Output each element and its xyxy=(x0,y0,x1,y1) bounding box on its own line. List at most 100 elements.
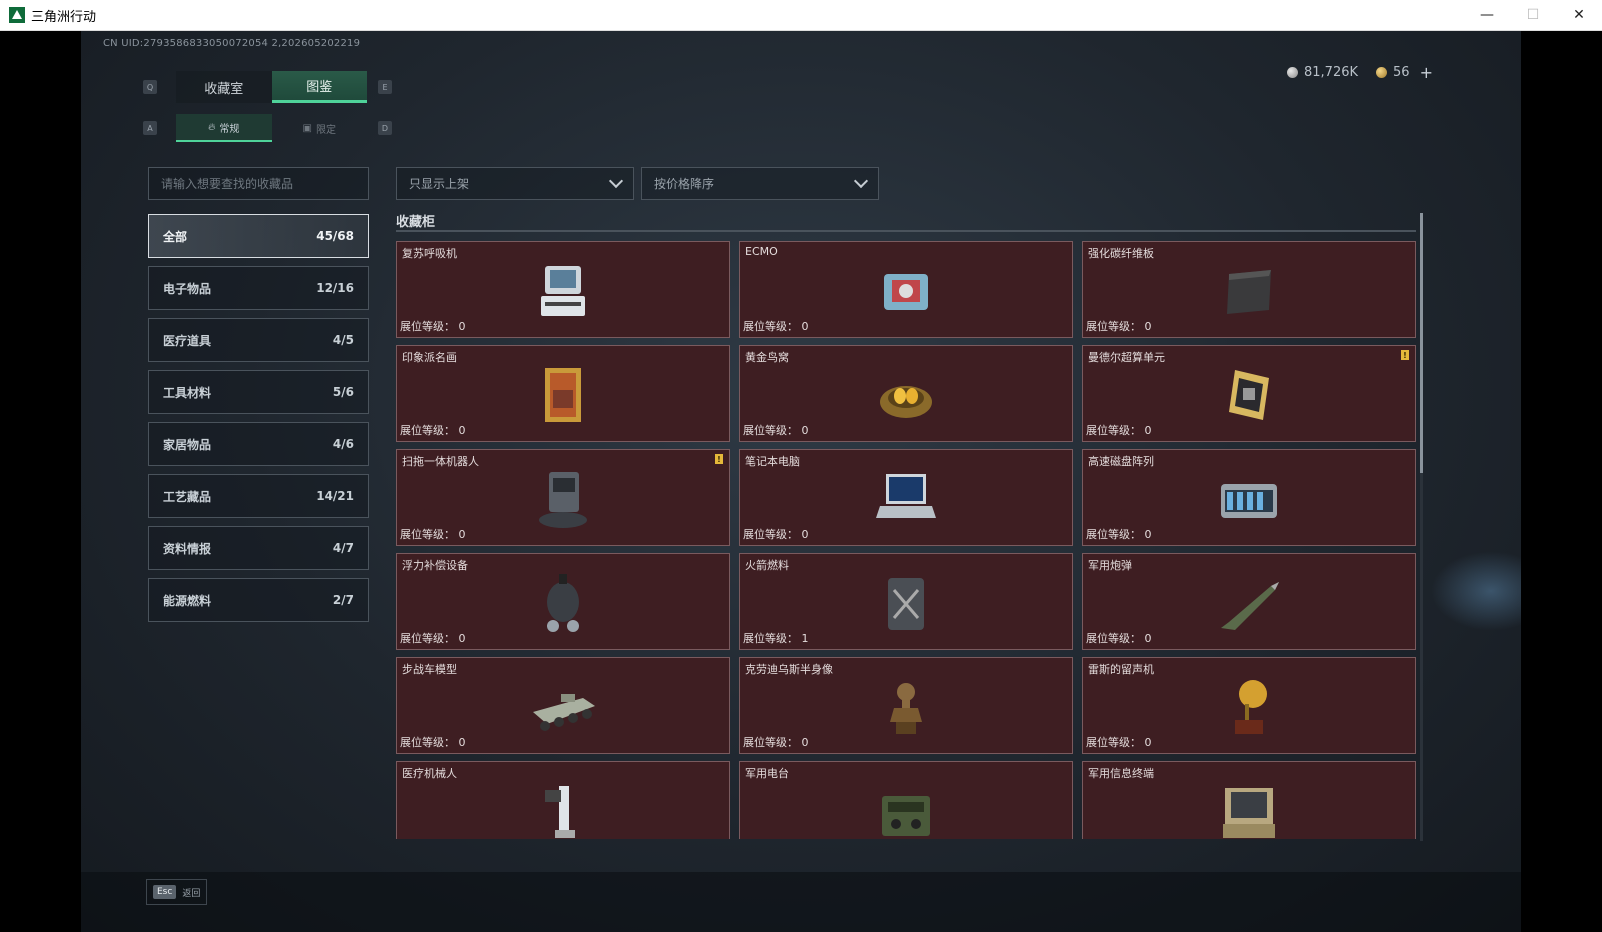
gramophone-icon xyxy=(1209,672,1289,742)
item-level: 展位等级： 0 xyxy=(400,736,466,749)
item-name: 步战车模型 xyxy=(402,663,457,676)
collection-item-card[interactable]: 医疗机械人 xyxy=(396,761,730,839)
item-name: 复苏呼吸机 xyxy=(402,247,457,260)
item-level: 展位等级： 0 xyxy=(1086,528,1152,541)
item-name: 克劳迪乌斯半身像 xyxy=(745,663,833,676)
item-level: 展位等级： 0 xyxy=(743,528,809,541)
main-tabs: 收藏室 图鉴 xyxy=(176,71,367,103)
item-name: 军用电台 xyxy=(745,767,789,780)
collection-item-card[interactable]: 军用信息终端 xyxy=(1082,761,1416,839)
gold-coin-icon xyxy=(1376,67,1388,78)
category-count: 45/68 xyxy=(316,229,354,243)
item-level: 展位等级： 0 xyxy=(400,424,466,437)
category-crafts[interactable]: 工艺藏品 14/21 xyxy=(148,474,369,518)
collection-item-card[interactable]: ECMO 展位等级： 0 xyxy=(739,241,1073,338)
compute-unit-icon xyxy=(1209,360,1289,430)
golden-nest-icon xyxy=(866,360,946,430)
medical-robot-icon xyxy=(523,776,603,839)
search-input[interactable]: 请输入想要查找的收藏品 xyxy=(148,167,369,200)
item-name: ECMO xyxy=(745,245,778,258)
category-label: 电子物品 xyxy=(163,281,212,296)
item-level: 展位等级： 1 xyxy=(743,632,809,645)
warning-icon: ! xyxy=(715,454,723,464)
item-name: 曼德尔超算单元 xyxy=(1088,351,1165,364)
key-hint-a: A xyxy=(143,121,157,135)
card-icon: ▣ xyxy=(302,122,312,134)
grid-scrollbar[interactable] xyxy=(1420,213,1423,841)
collection-grid-viewport: 复苏呼吸机 展位等级： 0 ECMO 展位等级： 0 强化碳纤维板 展位等级： 0 印象派名… xyxy=(396,241,1416,839)
minimize-button[interactable]: — xyxy=(1464,0,1510,31)
collection-item-card[interactable]: 印象派名画 展位等级： 0 xyxy=(396,345,730,442)
info-terminal-icon xyxy=(1209,776,1289,839)
add-currency-button[interactable]: + xyxy=(1420,63,1433,82)
collection-item-card[interactable]: 曼德尔超算单元! 展位等级： 0 xyxy=(1082,345,1416,442)
category-household[interactable]: 家居物品 4/6 xyxy=(148,422,369,466)
item-level: 展位等级： 0 xyxy=(1086,736,1152,749)
subtab-regular-label: 常规 xyxy=(219,123,240,135)
subtab-limited[interactable]: ▣ 限定 xyxy=(272,114,368,142)
key-hint-e: E xyxy=(378,80,392,94)
category-all[interactable]: 全部 45/68 xyxy=(148,214,369,258)
bust-icon xyxy=(866,672,946,742)
sort-dropdown[interactable]: 按价格降序 xyxy=(641,167,879,200)
category-intel[interactable]: 资料情报 4/7 xyxy=(148,526,369,570)
collection-grid: 复苏呼吸机 展位等级： 0 ECMO 展位等级： 0 强化碳纤维板 展位等级： 0 印象派名… xyxy=(396,241,1416,839)
category-count: 4/5 xyxy=(332,333,354,347)
collection-item-card[interactable]: 笔记本电脑 展位等级： 0 xyxy=(739,449,1073,546)
collection-item-card[interactable]: 克劳迪乌斯半身像 展位等级： 0 xyxy=(739,657,1073,754)
collection-item-card[interactable]: 黄金鸟窝 展位等级： 0 xyxy=(739,345,1073,442)
collection-item-card[interactable]: 步战车模型展位等级： 0 xyxy=(396,657,730,754)
category-count: 4/7 xyxy=(332,541,354,555)
item-name: 军用信息终端 xyxy=(1088,767,1154,780)
sort-value: 按价格降序 xyxy=(654,177,715,191)
chevron-down-icon xyxy=(608,173,624,189)
collection-item-card[interactable]: 军用电台 xyxy=(739,761,1073,839)
fuel-can-icon xyxy=(866,568,946,638)
maximize-button[interactable]: ☐ xyxy=(1510,0,1556,31)
silver-amount: 81,726K xyxy=(1304,65,1359,80)
collection-item-card[interactable]: 浮力补偿设备 展位等级： 0 xyxy=(396,553,730,650)
category-fuel[interactable]: 能源燃料 2/7 xyxy=(148,578,369,622)
back-button[interactable]: Esc 返回 xyxy=(146,879,208,905)
collection-item-card[interactable]: 军用炮弹 展位等级： 0 xyxy=(1082,553,1416,650)
subtab-regular[interactable]: 🔥︎ 常规 xyxy=(176,114,272,142)
window-titlebar: 三角洲行动 — ☐ ✕ xyxy=(0,0,1602,31)
item-level: 展位等级： 0 xyxy=(400,632,466,645)
collection-item-card[interactable]: 扫拖一体机器人! 展位等级： 0 xyxy=(396,449,730,546)
currency-bar: 81,726K 56 + xyxy=(1287,63,1433,82)
disk-array-icon xyxy=(1209,464,1289,534)
item-level: 展位等级： 0 xyxy=(1086,424,1152,437)
scrollbar-thumb[interactable] xyxy=(1420,213,1423,473)
display-filter-value: 只显示上架 xyxy=(409,177,470,191)
sub-tabs: 🔥︎ 常规 ▣ 限定 xyxy=(176,114,367,142)
category-label: 家居物品 xyxy=(163,437,212,452)
category-tools[interactable]: 工具材料 5/6 xyxy=(148,370,369,414)
category-medical[interactable]: 医疗道具 4/5 xyxy=(148,318,369,362)
collection-item-card[interactable]: 强化碳纤维板 展位等级： 0 xyxy=(1082,241,1416,338)
category-label: 能源燃料 xyxy=(163,593,212,608)
category-list: 全部 45/68 电子物品 12/16 医疗道具 4/5 工具材料 5/6 家居… xyxy=(148,214,369,630)
display-filter-dropdown[interactable]: 只显示上架 xyxy=(396,167,634,200)
section-title: 收藏柜 xyxy=(396,215,436,230)
warning-icon: ! xyxy=(1401,350,1409,360)
collection-item-card[interactable]: 高速磁盘阵列 展位等级： 0 xyxy=(1082,449,1416,546)
item-name: 强化碳纤维板 xyxy=(1088,247,1154,260)
category-count: 2/7 xyxy=(332,593,354,607)
category-label: 全部 xyxy=(163,229,188,244)
item-level: 展位等级： 0 xyxy=(1086,632,1152,645)
ifv-model-icon xyxy=(523,672,603,742)
collection-item-card[interactable]: 火箭燃料 展位等级： 1 xyxy=(739,553,1073,650)
window-title: 三角洲行动 xyxy=(31,9,97,25)
tab-catalog[interactable]: 图鉴 xyxy=(271,71,367,103)
close-button[interactable]: ✕ xyxy=(1556,0,1602,31)
footer-bar xyxy=(81,872,1521,932)
collection-item-card[interactable]: 雷斯的留声机 展位等级： 0 xyxy=(1082,657,1416,754)
tab-collection-room[interactable]: 收藏室 xyxy=(176,71,272,103)
category-electronics[interactable]: 电子物品 12/16 xyxy=(148,266,369,310)
laptop-icon xyxy=(866,464,946,534)
item-level: 展位等级： 0 xyxy=(400,528,466,541)
subtab-limited-label: 限定 xyxy=(315,124,336,136)
gold-amount: 56 xyxy=(1393,65,1410,80)
app-logo-icon xyxy=(9,7,25,23)
collection-item-card[interactable]: 复苏呼吸机 展位等级： 0 xyxy=(396,241,730,338)
